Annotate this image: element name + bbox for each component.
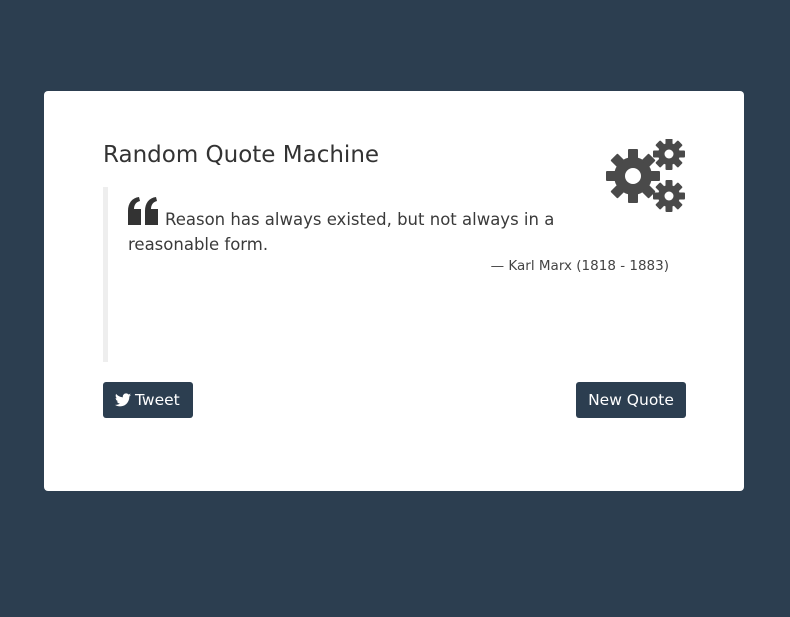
quote-text: Reason has always existed, but not alway… (128, 210, 555, 254)
tweet-label: Tweet (135, 391, 180, 409)
quote-text-block: Reason has always existed, but not alway… (128, 207, 578, 257)
quote-author: — Karl Marx (1818 - 1883) (490, 258, 669, 274)
twitter-icon (115, 393, 131, 407)
page-title: Random Quote Machine (103, 142, 380, 168)
new-quote-button[interactable]: New Quote (576, 382, 686, 418)
quote-blockquote: Reason has always existed, but not alway… (103, 187, 688, 362)
quote-card: Random Quote Machine Reason has always e… (44, 91, 744, 491)
tweet-button[interactable]: Tweet (103, 382, 193, 418)
